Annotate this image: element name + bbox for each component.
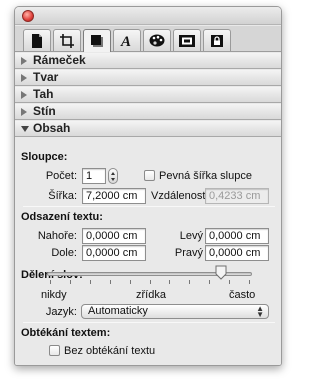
column-width-field[interactable]: 7,2000 cm: [82, 188, 146, 204]
slider-tick: [90, 280, 91, 284]
no-wrap-label: Bez obtékání textu: [64, 345, 156, 357]
inset-left-label: Levý: [179, 230, 203, 242]
column-gap-field[interactable]: 0,4233 cm: [205, 188, 269, 204]
section-title: Stín: [33, 104, 56, 118]
inset-right-field[interactable]: 0,0000 cm: [205, 245, 269, 261]
graphic-shape-icon: [91, 35, 103, 47]
inspector-window: A Rámeček Tvar Tah Stín Obsah Sloupce: P…: [14, 6, 282, 366]
column-gap-label: Vzdálenost:: [151, 190, 209, 202]
column-width-label: Šířka:: [48, 190, 77, 202]
close-button[interactable]: [22, 10, 34, 22]
inset-top-field[interactable]: 0,0000 cm: [82, 228, 146, 244]
slider-tick: [150, 280, 151, 284]
slider-tick: [169, 280, 170, 284]
section-header-tah[interactable]: Tah: [15, 87, 281, 103]
disclosure-collapsed-icon: [21, 57, 27, 65]
disclosure-collapsed-icon: [21, 74, 27, 82]
tab-text[interactable]: A: [113, 29, 141, 51]
color-palette-icon: [149, 34, 165, 47]
hyphenation-slider-thumb[interactable]: [215, 265, 227, 280]
section-header-stin[interactable]: Stín: [15, 104, 281, 120]
tab-metadata[interactable]: [203, 29, 231, 51]
text-inset-heading: Odsazení textu:: [21, 211, 103, 223]
tab-graphic[interactable]: [83, 29, 111, 52]
obsah-section-content: Sloupce: Počet: 1 Pevná šířka slupce Šíř…: [15, 148, 281, 365]
section-title: Tah: [33, 87, 54, 101]
language-label: Jazyk:: [45, 306, 77, 318]
divider: [23, 322, 275, 323]
section-title: Tvar: [33, 70, 59, 84]
columns-heading: Sloupce:: [21, 151, 68, 163]
lock-icon: [211, 34, 223, 47]
inspector-tab-bar: A: [15, 26, 281, 52]
disclosure-expanded-icon: [21, 126, 29, 132]
section-title: Obsah: [33, 121, 71, 135]
popup-arrows-icon: ▲ ▼: [256, 304, 264, 319]
slider-tick: [229, 280, 230, 284]
document-icon: [32, 33, 42, 48]
slider-max-label: často: [229, 289, 256, 301]
column-count-label: Počet:: [45, 170, 77, 182]
tab-media[interactable]: [173, 29, 201, 51]
svg-text:A: A: [120, 34, 131, 48]
fixed-column-width-checkbox[interactable]: [144, 170, 155, 181]
inset-left-field[interactable]: 0,0000 cm: [205, 228, 269, 244]
title-bar[interactable]: [15, 7, 281, 25]
tab-document[interactable]: [23, 29, 51, 51]
no-wrap-checkbox[interactable]: [49, 345, 60, 356]
image-filmstrip-icon: [179, 34, 195, 47]
tab-crop[interactable]: [53, 29, 81, 51]
slider-tick: [189, 280, 190, 284]
slider-tick: [209, 280, 210, 284]
disclosure-collapsed-icon: [21, 108, 27, 116]
language-popup-value: Automaticky: [88, 305, 148, 317]
column-count-stepper[interactable]: [108, 168, 118, 184]
text-style-icon: A: [120, 34, 131, 48]
inset-bottom-field[interactable]: 0,0000 cm: [82, 245, 146, 261]
column-count-field[interactable]: 1: [82, 168, 106, 184]
slider-tick: [110, 280, 111, 284]
section-title: Rámeček: [33, 53, 86, 67]
slider-min-label: nikdy: [41, 289, 67, 301]
inset-right-label: Pravý: [174, 247, 203, 259]
divider: [23, 206, 275, 207]
section-header-obsah[interactable]: Obsah: [15, 121, 281, 137]
inset-bottom-label: Dole:: [51, 247, 77, 259]
slider-tick: [130, 280, 131, 284]
slider-mid-label: zřídka: [136, 289, 166, 301]
fixed-column-width-label: Pevná šířka slupce: [159, 170, 252, 182]
disclosure-collapsed-icon: [21, 91, 27, 99]
slider-tick: [249, 280, 250, 284]
section-header-tvar[interactable]: Tvar: [15, 70, 281, 86]
section-header-ramecek[interactable]: Rámeček: [15, 53, 281, 69]
stepper-up-arrow-icon: [111, 172, 115, 175]
text-wrap-heading: Obtékání textem:: [21, 327, 111, 339]
tab-colors[interactable]: [143, 29, 171, 51]
crop-frame-icon: [60, 33, 74, 48]
slider-tick: [50, 280, 51, 284]
slider-tick: [70, 280, 71, 284]
language-popup[interactable]: Automaticky ▲ ▼: [81, 304, 269, 319]
stepper-down-arrow-icon: [111, 178, 115, 181]
inset-top-label: Nahoře:: [37, 230, 77, 242]
